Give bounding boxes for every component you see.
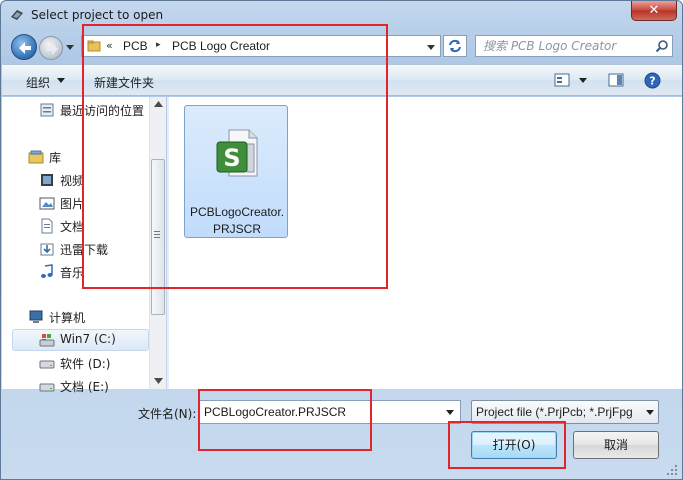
drive-icon [39,383,55,392]
forward-arrow-icon [46,43,58,55]
back-button[interactable] [11,34,37,60]
chevron-down-icon[interactable] [446,410,454,416]
computer-icon [29,310,43,323]
chevron-down-icon[interactable] [646,410,654,416]
annotation-box-filename [198,389,372,451]
library-icon [28,150,44,164]
chevron-down-icon[interactable] [57,78,65,84]
music-icon [41,264,53,278]
pictures-icon [39,197,55,210]
drive-c-icon [39,334,55,347]
search-icon[interactable] [655,39,669,53]
recent-places-icon [40,103,54,117]
cancel-button[interactable]: 取消 [573,431,659,459]
download-icon [40,243,54,256]
video-icon [41,174,53,186]
drive-icon [39,360,55,369]
window-title: Select project to open [31,8,164,22]
help-icon[interactable]: ? [644,72,661,89]
search-input[interactable] [483,39,653,53]
resize-grip-icon[interactable] [665,463,679,477]
refresh-button[interactable] [443,35,467,57]
preview-pane-icon[interactable] [608,73,624,87]
documents-icon [41,218,53,234]
filename-label: 文件名(N): [138,407,197,421]
annotation-box-open [448,421,566,469]
change-view-icon[interactable] [554,73,570,87]
annotation-box-files [82,24,388,289]
close-button[interactable]: ✕ [631,1,677,21]
file-type-value: Project file (*.PrjPcb; *.PrjFpg [476,405,633,419]
forward-button[interactable] [39,36,63,60]
address-history-dropdown-icon[interactable] [426,43,436,51]
scroll-down-icon[interactable] [154,378,163,384]
svg-text:?: ? [649,75,655,88]
organize-button[interactable]: 组织 [26,74,50,91]
refresh-icon [449,39,461,53]
view-options-dropdown-icon[interactable] [579,78,587,84]
back-arrow-icon [19,42,31,54]
recent-pages-dropdown-icon[interactable] [64,40,76,54]
search-box[interactable] [475,35,673,57]
file-open-dialog: Select project to open ✕ « PCB ▸ PCB Log… [0,0,683,480]
app-icon [11,10,23,20]
